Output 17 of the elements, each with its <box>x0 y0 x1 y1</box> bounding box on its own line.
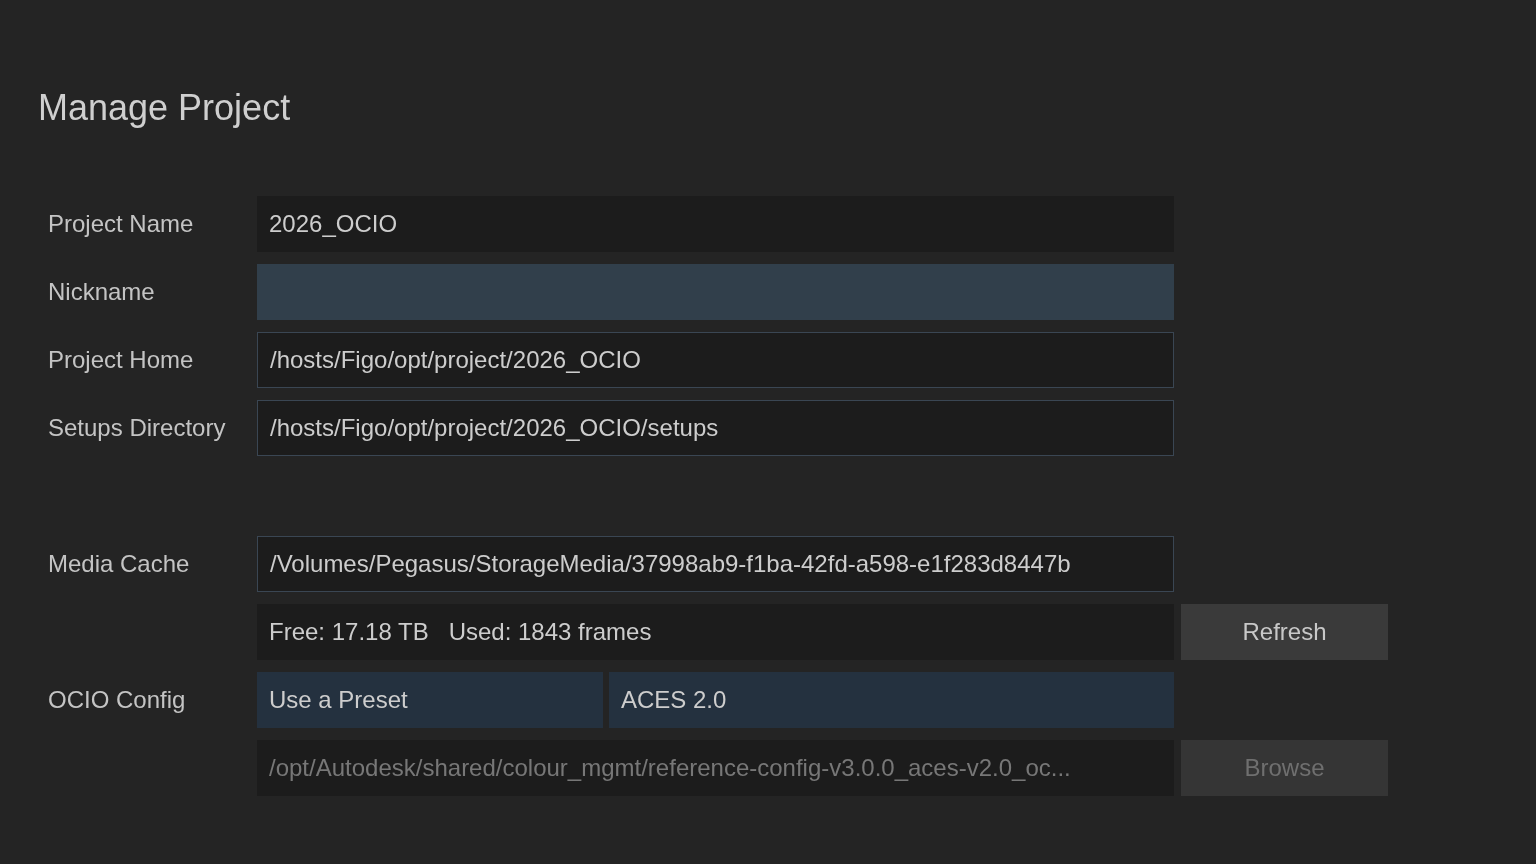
free-space-text: Free: 17.18 TB <box>269 617 429 647</box>
text-field[interactable] <box>257 264 1174 320</box>
text-field[interactable]: /hosts/Figo/opt/project/2026_OCIO/setups <box>257 400 1174 456</box>
field-label: Project Home <box>48 345 194 375</box>
field-label: Nickname <box>48 277 155 307</box>
field-label: Media Cache <box>48 549 190 579</box>
text-field[interactable]: 2026_OCIO <box>257 196 1174 252</box>
field-label: Project Name <box>48 209 194 239</box>
preset-dropdown[interactable]: ACES 2.0 <box>609 672 1174 728</box>
mode-dropdown[interactable]: Use a Preset <box>257 672 603 728</box>
page-title: Manage Project <box>38 86 291 130</box>
refresh-button[interactable]: Refresh <box>1181 604 1388 660</box>
path-field[interactable]: /Volumes/Pegasus/StorageMedia/37998ab9-f1ba-42fd-a598-e1f283d8447b <box>257 536 1174 592</box>
field-label: Setups Directory <box>48 413 226 443</box>
field-label: OCIO Config <box>48 685 186 715</box>
text-field[interactable]: /hosts/Figo/opt/project/2026_OCIO <box>257 332 1174 388</box>
used-frames-text: Used: 1843 frames <box>448 617 652 647</box>
